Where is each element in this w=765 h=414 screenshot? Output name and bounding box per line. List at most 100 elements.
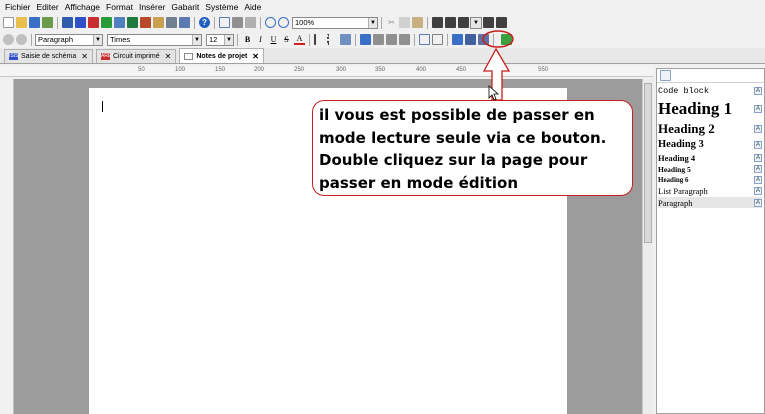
find-next-icon[interactable] xyxy=(445,17,456,28)
isis-icon[interactable] xyxy=(75,17,86,28)
align-left-icon[interactable] xyxy=(360,34,371,45)
zoom-select[interactable]: 100% ▼ xyxy=(292,16,378,29)
toolbar-separator xyxy=(493,33,494,46)
justify-icon[interactable] xyxy=(399,34,410,45)
style-item-heading-6[interactable]: Heading 6 A xyxy=(658,175,762,185)
font-size-select[interactable]: 12 ▼ xyxy=(206,33,234,46)
menu-editer[interactable]: Editer xyxy=(34,0,62,14)
style-item-heading-1[interactable]: Heading 1 A xyxy=(658,98,762,120)
insert-image-icon[interactable] xyxy=(465,34,476,45)
insert-object-icon[interactable] xyxy=(478,34,489,45)
open-folder-icon[interactable] xyxy=(16,17,27,28)
design-explorer-icon[interactable] xyxy=(140,17,151,28)
style-item-heading-4[interactable]: Heading 4 A xyxy=(658,152,762,163)
binoculars-next-icon[interactable] xyxy=(496,17,507,28)
chevron-down-icon[interactable]: ▼ xyxy=(368,17,377,28)
new-file-icon[interactable] xyxy=(3,17,14,28)
help-icon[interactable]: ? xyxy=(199,17,210,28)
chevron-down-icon[interactable]: ▼ xyxy=(471,17,481,28)
menu-format[interactable]: Format xyxy=(103,0,136,14)
tutorial-callout: il vous est possible de passer en mode l… xyxy=(312,100,633,196)
notes-icon[interactable] xyxy=(153,17,164,28)
style-edit-icon[interactable]: A xyxy=(754,153,762,162)
import-icon[interactable] xyxy=(42,17,53,28)
page-setup-icon[interactable] xyxy=(245,17,256,28)
style-item-code-block[interactable]: Code block A xyxy=(658,85,762,96)
font-color-button[interactable]: A xyxy=(294,34,305,45)
font-select[interactable]: Times ▼ xyxy=(107,33,202,46)
save-icon[interactable] xyxy=(29,17,40,28)
style-edit-icon[interactable]: A xyxy=(754,125,762,133)
binoculars-icon[interactable] xyxy=(483,17,494,28)
insert-link-icon[interactable] xyxy=(452,34,463,45)
style-item-heading-2[interactable]: Heading 2 A xyxy=(658,121,762,137)
report-icon[interactable] xyxy=(179,17,190,28)
home-icon[interactable] xyxy=(62,17,73,28)
style-edit-icon[interactable]: A xyxy=(754,186,762,195)
tab-notes-de-projet[interactable]: Notes de projet ✕ xyxy=(179,48,264,63)
forward-icon[interactable] xyxy=(16,34,27,45)
menu-affichage[interactable]: Affichage xyxy=(62,0,103,14)
cut-icon[interactable]: ✂ xyxy=(386,17,397,28)
style-edit-icon[interactable]: A xyxy=(754,86,762,95)
zoom-in-icon[interactable] xyxy=(265,17,276,28)
style-label: Heading 1 xyxy=(658,99,733,118)
menu-systeme[interactable]: Système xyxy=(202,0,241,14)
style-label: List Paragraph xyxy=(658,185,708,196)
bold-button[interactable]: B xyxy=(242,35,253,44)
chevron-down-icon[interactable]: ▼ xyxy=(224,34,233,45)
style-item-paragraph[interactable]: Paragraph A xyxy=(658,197,762,208)
tab-saisie-de-schema[interactable]: ISIS Saisie de schéma ✕ xyxy=(4,49,93,63)
print-icon[interactable] xyxy=(232,17,243,28)
align-right-icon[interactable] xyxy=(386,34,397,45)
vertical-scrollbar[interactable] xyxy=(642,79,653,414)
replace-icon[interactable] xyxy=(458,17,469,28)
style-edit-icon[interactable]: A xyxy=(754,105,762,113)
search-dropdown[interactable]: ▼ xyxy=(470,16,482,29)
style-item-heading-3[interactable]: Heading 3 A xyxy=(658,138,762,151)
toolbar-separator xyxy=(260,16,261,29)
menu-inserer[interactable]: Insérer xyxy=(136,0,168,14)
menu-aide[interactable]: Aide xyxy=(241,0,264,14)
zoom-out-icon[interactable] xyxy=(278,17,289,28)
tab-label: Saisie de schéma xyxy=(21,53,77,60)
numbered-list-icon[interactable] xyxy=(314,34,325,45)
read-only-toggle-icon[interactable] xyxy=(501,34,512,45)
style-item-list-paragraph[interactable]: List Paragraph A xyxy=(658,185,762,196)
play-icon[interactable] xyxy=(101,17,112,28)
menu-gabarit[interactable]: Gabarit xyxy=(168,0,202,14)
page-break-icon[interactable] xyxy=(432,34,443,45)
new-style-icon[interactable] xyxy=(660,70,671,81)
paste-icon[interactable] xyxy=(412,17,423,28)
ares-icon[interactable] xyxy=(88,17,99,28)
bom-icon[interactable] xyxy=(127,17,138,28)
close-icon[interactable]: ✕ xyxy=(81,52,88,61)
insert-table-icon[interactable] xyxy=(419,34,430,45)
crop-icon[interactable] xyxy=(219,17,230,28)
bullet-list-icon[interactable] xyxy=(327,34,338,45)
style-label: Heading 6 xyxy=(658,176,689,184)
strikethrough-button[interactable]: S xyxy=(281,35,292,44)
find-icon[interactable] xyxy=(432,17,443,28)
italic-button[interactable]: I xyxy=(255,35,266,44)
chevron-down-icon[interactable]: ▼ xyxy=(192,34,201,45)
scrollbar-thumb[interactable] xyxy=(644,83,652,243)
close-icon[interactable]: ✕ xyxy=(252,52,259,61)
back-icon[interactable] xyxy=(3,34,14,45)
style-item-heading-5[interactable]: Heading 5 A xyxy=(658,164,762,174)
style-edit-icon[interactable]: A xyxy=(754,198,762,207)
underline-button[interactable]: U xyxy=(268,35,279,44)
chevron-down-icon[interactable]: ▼ xyxy=(93,34,102,45)
style-edit-icon[interactable]: A xyxy=(754,165,762,173)
tab-circuit-imprime[interactable]: ARES Circuit imprimé ✕ xyxy=(95,49,177,63)
menu-fichier[interactable]: Fichier xyxy=(2,0,34,14)
grid-icon[interactable] xyxy=(114,17,125,28)
style-edit-icon[interactable]: A xyxy=(754,140,762,149)
paragraph-style-select[interactable]: Paragraph ▼ xyxy=(35,33,103,46)
align-center-icon[interactable] xyxy=(373,34,384,45)
copy-icon[interactable] xyxy=(399,17,410,28)
close-icon[interactable]: ✕ xyxy=(165,52,172,61)
outdent-icon[interactable] xyxy=(340,34,351,45)
list-icon[interactable] xyxy=(166,17,177,28)
style-edit-icon[interactable]: A xyxy=(754,176,762,184)
